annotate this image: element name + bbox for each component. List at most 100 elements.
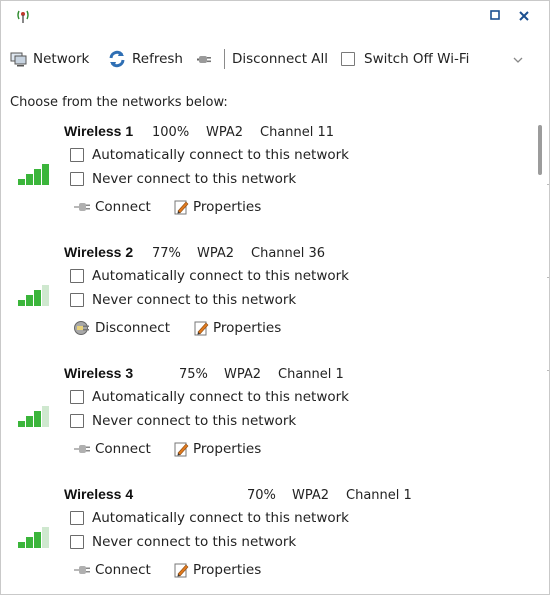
never-connect-option[interactable]: Never connect to this network: [70, 171, 296, 187]
connect-button[interactable]: Connect: [73, 199, 151, 215]
network-channel: Channel 36: [251, 246, 326, 261]
auto-connect-checkbox[interactable]: [70, 511, 84, 525]
network-security: WPA2: [206, 125, 244, 140]
never-connect-label: Never connect to this network: [92, 171, 297, 187]
network-security: WPA2: [224, 367, 262, 382]
toolbar: Network Refresh Disconnect All Switch Of…: [1, 45, 549, 73]
disconnect-all-label: Disconnect All: [232, 51, 329, 67]
networks-prompt: Choose from the networks below:: [10, 95, 228, 110]
signal-bar: [34, 411, 41, 427]
properties-button[interactable]: Properties: [173, 441, 261, 457]
never-connect-checkbox[interactable]: [70, 172, 84, 186]
connect-button[interactable]: Connect: [73, 441, 151, 457]
auto-connect-option[interactable]: Automatically connect to this network: [70, 389, 349, 405]
properties-label: Properties: [193, 441, 262, 457]
signal-bar: [34, 169, 41, 185]
chevron-down-icon[interactable]: [511, 53, 525, 67]
disconnect-all-button[interactable]: Disconnect All: [197, 49, 328, 69]
edge-tick: [547, 370, 549, 371]
signal-bar: [26, 295, 33, 306]
connect-label: Connect: [95, 441, 151, 457]
plugged-icon: [74, 321, 89, 335]
network-entry-wireless-3[interactable]: Wireless 3 75% WPA2 Channel 1 Automatica…: [1, 361, 531, 471]
signal-bar: [26, 174, 33, 185]
refresh-label: Refresh: [132, 51, 183, 67]
never-connect-option[interactable]: Never connect to this network: [70, 413, 296, 429]
network-name: Wireless 4: [64, 486, 134, 502]
auto-connect-label: Automatically connect to this network: [92, 268, 349, 284]
signal-bar: [34, 532, 41, 548]
auto-connect-option[interactable]: Automatically connect to this network: [70, 147, 349, 163]
never-connect-checkbox[interactable]: [70, 414, 84, 428]
auto-connect-option[interactable]: Automatically connect to this network: [70, 268, 349, 284]
switch-off-wifi-toggle[interactable]: Switch Off Wi-Fi: [341, 49, 469, 69]
wifi-antenna-icon: [17, 10, 29, 23]
network-security: WPA2: [197, 246, 235, 261]
network-strength: 70%: [247, 488, 276, 503]
network-channel: Channel 1: [346, 488, 412, 503]
auto-connect-checkbox[interactable]: [70, 390, 84, 404]
never-connect-checkbox[interactable]: [70, 535, 84, 549]
auto-connect-option[interactable]: Automatically connect to this network: [70, 510, 349, 526]
disconnect-button[interactable]: Disconnect: [73, 320, 170, 336]
disconnect-label: Disconnect: [95, 320, 170, 336]
switch-off-checkbox[interactable]: [341, 52, 355, 66]
close-button[interactable]: [516, 9, 532, 25]
plug-icon: [74, 203, 90, 211]
maximize-button[interactable]: [487, 9, 503, 25]
signal-bar: [34, 290, 41, 306]
properties-button[interactable]: Properties: [193, 320, 281, 336]
signal-bar: [26, 416, 33, 427]
refresh-icon: [109, 50, 125, 68]
network-name: Wireless 1: [64, 123, 134, 139]
properties-label: Properties: [193, 199, 262, 215]
edit-document-icon: [174, 442, 189, 457]
vertical-scrollbar[interactable]: [536, 119, 544, 589]
signal-bar: [18, 542, 25, 548]
never-connect-option[interactable]: Never connect to this network: [70, 534, 296, 550]
signal-bar: [18, 300, 25, 306]
signal-strength-icon: [18, 164, 49, 185]
edit-document-icon: [174, 563, 189, 578]
plug-icon: [197, 56, 211, 63]
network-button[interactable]: Network: [10, 49, 89, 69]
plug-icon: [74, 566, 90, 574]
properties-button[interactable]: Properties: [173, 199, 261, 215]
signal-bar: [26, 537, 33, 548]
switch-off-label: Switch Off Wi-Fi: [364, 51, 470, 67]
title-bar: [1, 1, 549, 33]
edit-document-icon: [174, 200, 189, 215]
never-connect-checkbox[interactable]: [70, 293, 84, 307]
signal-bar: [42, 285, 49, 306]
signal-bar: [42, 406, 49, 427]
edge-tick: [547, 184, 549, 185]
signal-bar: [42, 527, 49, 548]
auto-connect-label: Automatically connect to this network: [92, 510, 349, 526]
network-entry-wireless-2[interactable]: Wireless 2 77% WPA2 Channel 36 Automatic…: [1, 240, 531, 350]
network-channel: Channel 1: [278, 367, 344, 382]
network-icon: [10, 52, 27, 67]
network-name: Wireless 2: [64, 244, 134, 260]
connect-button[interactable]: Connect: [73, 562, 151, 578]
network-entry-wireless-4[interactable]: Wireless 4 70% WPA2 Channel 1 Automatica…: [1, 482, 531, 592]
auto-connect-label: Automatically connect to this network: [92, 147, 349, 163]
signal-strength-icon: [18, 406, 49, 427]
signal-strength-icon: [18, 527, 49, 548]
close-icon: [519, 11, 529, 21]
properties-button[interactable]: Properties: [173, 562, 261, 578]
refresh-button[interactable]: Refresh: [107, 49, 183, 69]
network-strength: 75%: [179, 367, 208, 382]
scrollbar-thumb[interactable]: [538, 125, 542, 175]
connect-label: Connect: [95, 199, 151, 215]
network-list: Wireless 1 100% WPA2 Channel 11 Automati…: [1, 119, 533, 589]
auto-connect-checkbox[interactable]: [70, 269, 84, 283]
plug-icon: [74, 445, 90, 453]
never-connect-option[interactable]: Never connect to this network: [70, 292, 296, 308]
maximize-icon: [490, 10, 500, 20]
auto-connect-label: Automatically connect to this network: [92, 389, 349, 405]
network-entry-wireless-1[interactable]: Wireless 1 100% WPA2 Channel 11 Automati…: [1, 119, 531, 229]
properties-label: Properties: [213, 320, 282, 336]
never-connect-label: Never connect to this network: [92, 292, 297, 308]
edge-tick: [547, 277, 549, 278]
auto-connect-checkbox[interactable]: [70, 148, 84, 162]
